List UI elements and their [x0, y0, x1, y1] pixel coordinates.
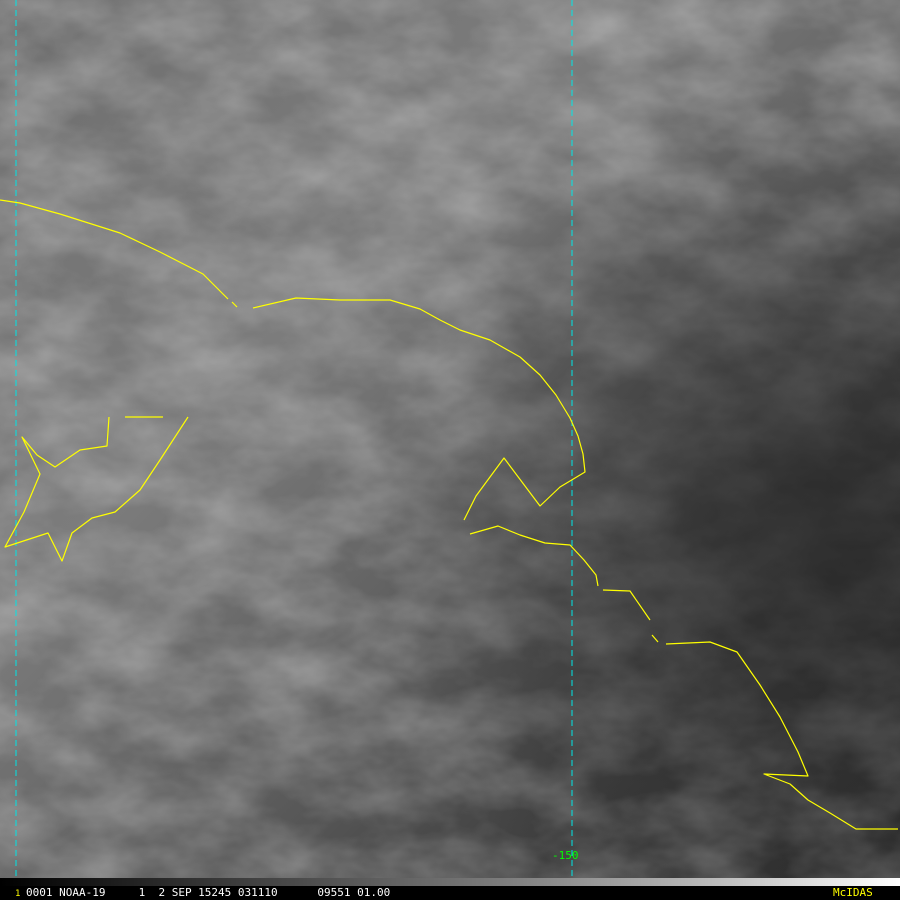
satellite-image — [0, 0, 900, 878]
longitude-label: -150 — [552, 849, 579, 862]
dark-region — [0, 0, 900, 878]
image-info-text: 0001 NOAA-19 1 2 SEP 15245 031110 09551 … — [26, 886, 391, 899]
grayscale-bar — [0, 878, 900, 886]
satellite-image-viewport[interactable]: -150 — [0, 0, 900, 878]
brand-label: McIDAS — [833, 886, 873, 899]
frame-number: 1 — [15, 889, 21, 899]
